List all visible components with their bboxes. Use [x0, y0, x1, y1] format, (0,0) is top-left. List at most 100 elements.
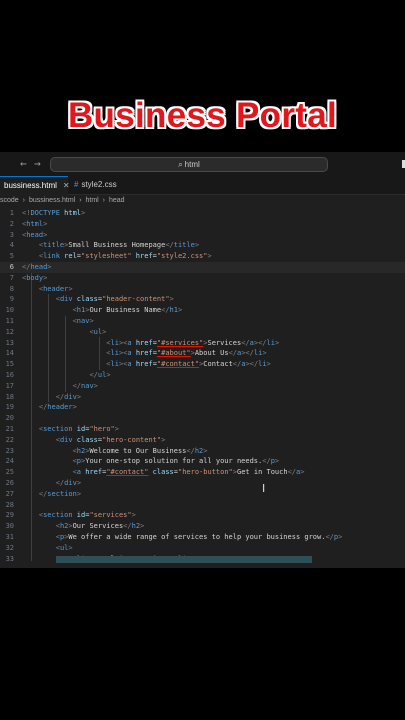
code-token: Welcome to Our Business: [89, 446, 187, 455]
code-token: </: [72, 381, 82, 390]
code-token: section: [47, 489, 77, 498]
code-line[interactable]: 20: [0, 413, 405, 424]
code-line[interactable]: 11 <nav>: [0, 316, 405, 327]
code-text: <li><a href="#about">About Us</a></li>: [22, 348, 266, 359]
text-cursor-icon: I: [262, 482, 266, 495]
code-token: >: [68, 284, 73, 293]
code-line[interactable]: 18 </div>: [0, 392, 405, 403]
code-line[interactable]: 27 </section>: [0, 489, 405, 500]
code-token: >: [76, 489, 82, 498]
breadcrumb-root[interactable]: scode: [0, 197, 19, 204]
code-line[interactable]: 16 </ul>: [0, 370, 405, 381]
code-line[interactable]: 30 <h2>Our Services</h2>: [0, 521, 405, 532]
line-number: 7: [9, 273, 14, 282]
code-token: >: [207, 252, 212, 261]
code-line[interactable]: 2 <html>: [0, 219, 405, 230]
code-token: DOCTYPE: [30, 209, 60, 217]
code-line[interactable]: 29 <section id="services">: [0, 510, 405, 521]
code-line[interactable]: 6 </head>: [0, 262, 405, 273]
code-token: </: [123, 522, 132, 531]
code-text: <div class="hero-content">: [22, 435, 166, 446]
code-token: head: [30, 263, 48, 271]
code-line[interactable]: 4 <title>Small Business Homepage</title>: [0, 240, 405, 251]
line-number: 17: [5, 381, 14, 390]
tab-bussiness-html[interactable]: bussiness.html ✕: [0, 176, 70, 195]
code-token: div: [59, 435, 73, 444]
code-token: "hero-content": [102, 435, 162, 444]
code-line[interactable]: 13 <li><a href="#services">Services</a><…: [0, 338, 405, 349]
code-line[interactable]: 1 <!DOCTYPE html>: [0, 208, 405, 219]
code-line[interactable]: 31 <p>We offer a wide range of services …: [0, 532, 405, 543]
code-line[interactable]: 32 <ul>: [0, 543, 405, 554]
line-number: 28: [5, 500, 14, 509]
code-token: h1: [169, 306, 178, 315]
code-line[interactable]: 7 <body>: [0, 273, 405, 284]
code-line[interactable]: 22 <div class="hero-content">: [0, 435, 405, 446]
code-token: </: [232, 360, 242, 369]
code-token: </: [186, 446, 195, 455]
code-token: </: [55, 392, 65, 401]
code-line[interactable]: 17 </nav>: [0, 381, 405, 392]
code-token: >: [76, 392, 82, 401]
line-number: 31: [5, 533, 14, 541]
code-token: </: [165, 241, 174, 250]
command-center-search[interactable]: ⌕ html: [50, 157, 328, 172]
code-line[interactable]: 5 <link rel="stylesheet" href="style2.cs…: [0, 251, 405, 262]
tab-style2-css[interactable]: # style2.css: [70, 176, 121, 194]
forward-arrow-icon[interactable]: →: [34, 157, 41, 170]
code-token: id: [72, 425, 86, 433]
code-token: title: [43, 241, 65, 250]
code-line[interactable]: 28: [0, 500, 405, 511]
code-token: </: [287, 468, 297, 477]
chevron-right-icon: ›: [22, 197, 25, 204]
code-line[interactable]: 3 <head>: [0, 230, 405, 241]
line-number: 26: [5, 479, 14, 487]
code-token: "#contact": [106, 468, 149, 477]
code-area[interactable]: 1 <!DOCTYPE html> 2 <html> 3 <head> 4 <title>S…: [0, 208, 405, 568]
code-token: li: [110, 349, 119, 358]
code-line[interactable]: 19 </header>: [0, 402, 405, 413]
code-line[interactable]: 9 <div class="header-content">: [0, 294, 405, 305]
breadcrumb-head[interactable]: head: [109, 197, 125, 204]
code-token: >: [169, 295, 174, 304]
breadcrumb-file[interactable]: bussiness.html: [29, 197, 75, 204]
code-text: <h2>Our Services</h2>: [22, 521, 145, 532]
tab-label: style2.css: [81, 180, 117, 189]
code-line[interactable]: 10 <h1>Our Business Name</h1>: [0, 305, 405, 316]
code-text: <title>Small Business Homepage</title>: [22, 240, 199, 251]
code-token: >: [161, 435, 166, 444]
code-token: >: [274, 457, 280, 466]
code-token: >: [43, 273, 48, 282]
code-line[interactable]: 24 <p>Your one-stop solution for all you…: [0, 456, 405, 467]
code-line[interactable]: 23 <h2>Welcome to Our Business</h2>: [0, 446, 405, 457]
code-token: Small Business Homepage: [68, 241, 166, 250]
code-token: Services: [207, 338, 242, 347]
code-line[interactable]: 14 <li><a href="#about">About Us</a></li…: [0, 348, 405, 359]
title-bar: ← → ⌕ html: [0, 152, 405, 176]
line-number: 27: [5, 489, 14, 498]
code-line[interactable]: 21 <section id="hero">: [0, 424, 405, 435]
code-line[interactable]: 12 <ul>: [0, 327, 405, 338]
breadcrumb-html[interactable]: html: [85, 197, 98, 204]
code-token: >: [194, 241, 200, 250]
code-line[interactable]: 26 </div>: [0, 478, 405, 489]
code-token: </: [55, 479, 65, 487]
close-icon[interactable]: ✕: [63, 181, 70, 190]
chevron-right-icon: ›: [79, 197, 82, 204]
back-arrow-icon[interactable]: ←: [20, 157, 27, 170]
line-number: 16: [5, 371, 14, 379]
code-line[interactable]: 15 <li><a href="#contact">Contact</a></l…: [0, 359, 405, 370]
code-token: "hero": [89, 425, 115, 433]
code-line[interactable]: 25 <a href="#contact" class="hero-button…: [0, 467, 405, 478]
code-text: <ul>: [22, 543, 73, 554]
code-line[interactable]: 8 <header>: [0, 284, 405, 295]
code-text: <ul>: [22, 327, 106, 338]
